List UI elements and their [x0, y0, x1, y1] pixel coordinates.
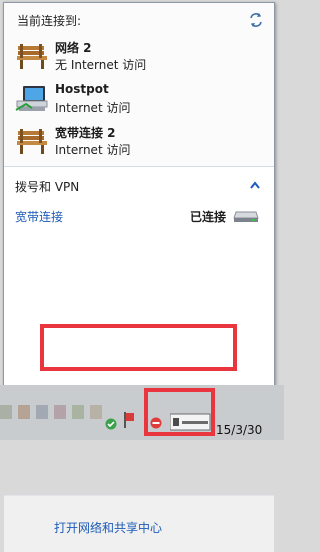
tray-icon[interactable] [72, 405, 84, 419]
tray-icon[interactable] [54, 405, 66, 419]
highlight-box [40, 324, 237, 371]
network-bench-icon [17, 129, 47, 154]
network-status: 无 Internet 访问 [55, 58, 147, 72]
footer-bar: 打开网络和共享中心 [4, 495, 274, 552]
taskbar-clock[interactable]: 15/3/30 [216, 423, 262, 437]
dialup-vpn-title: 拨号和 VPN [15, 180, 80, 194]
network-item[interactable]: 宽带连接 2 Internet 访问 [15, 124, 255, 162]
network-status: Internet 访问 [55, 143, 131, 157]
modem-icon [233, 211, 259, 222]
tray-icon[interactable] [18, 405, 30, 419]
tray-icon[interactable] [36, 405, 48, 419]
chevron-up-icon[interactable] [250, 181, 260, 189]
hotspot-computer-icon [15, 86, 48, 111]
shield-check-icon[interactable] [105, 418, 117, 430]
network-name: Hostpot [55, 82, 109, 96]
network-status: Internet 访问 [55, 101, 131, 115]
network-name: 网络 2 [55, 41, 92, 55]
highlight-box [144, 388, 215, 436]
tray-icon[interactable] [0, 405, 12, 419]
tray-icon[interactable] [90, 405, 102, 419]
refresh-icon[interactable] [248, 12, 264, 28]
connection-status: 已连接 [190, 210, 227, 224]
network-item[interactable]: Hostpot Internet 访问 [15, 82, 255, 120]
network-bench-icon [17, 44, 47, 69]
broadband-connection-link[interactable]: 宽带连接 [15, 208, 63, 225]
connected-to-header: 当前连接到: [17, 14, 82, 28]
network-item[interactable]: 网络 2 无 Internet 访问 [15, 39, 255, 77]
open-network-sharing-center-link[interactable]: 打开网络和共享中心 [54, 519, 162, 536]
red-flag-icon[interactable] [123, 412, 135, 428]
network-name: 宽带连接 2 [55, 126, 116, 140]
